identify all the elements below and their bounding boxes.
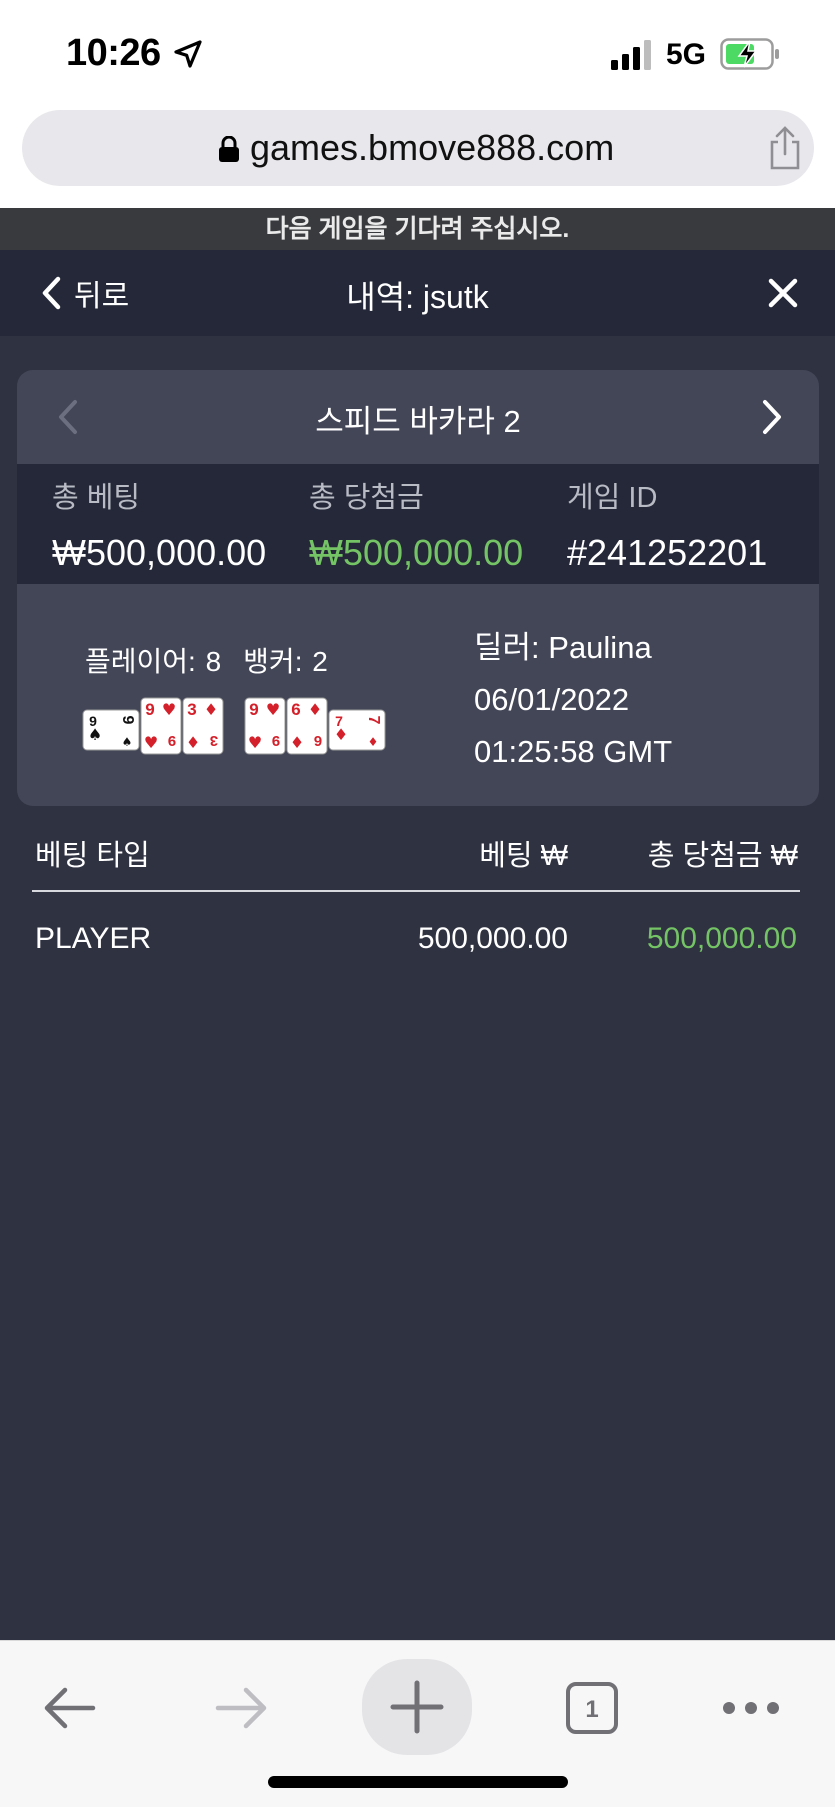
close-icon[interactable] (766, 276, 800, 310)
svg-text:6: 6 (314, 732, 322, 749)
bet-type-cell: PLAYER (35, 922, 152, 955)
round-meta: 딜러: Paulina 06/01/2022 01:25:58 GMT (474, 622, 672, 778)
banker-card-3: 7♦ ♦7 (328, 709, 386, 751)
svg-text:♦: ♦ (290, 733, 304, 752)
svg-text:9: 9 (272, 732, 280, 749)
svg-text:♥: ♥ (144, 733, 158, 752)
address-bar[interactable]: games.bmove888.com (22, 110, 814, 186)
waiting-notice: 다음 게임을 기다려 주십시오. (0, 208, 835, 250)
tabs-button[interactable]: 1 (547, 1663, 637, 1753)
dealt-cards: 9♠ ♠99 ♥♥ 93 ♦♦ 39 ♥♥ 96 ♦♦ 67♦ ♦7 (82, 697, 386, 755)
svg-text:7: 7 (335, 713, 343, 729)
svg-text:♦: ♦ (368, 735, 379, 749)
dealer-name: 딜러: Paulina (474, 630, 652, 665)
arrow-right-icon (215, 1687, 267, 1729)
share-icon[interactable] (766, 126, 804, 170)
page-title: 내역: jsutk (346, 279, 489, 315)
game-history-card: 스피드 바카라 2 총 베팅 ₩500,000.00 총 당첨금 ₩500,00… (17, 370, 819, 806)
column-bet-amount: 베팅 ₩ (479, 840, 568, 872)
total-bet-value: ₩500,000.00 (52, 532, 267, 573)
url-text[interactable]: games.bmove888.com (250, 127, 614, 169)
svg-text:9: 9 (249, 700, 258, 719)
browser-back-button[interactable] (24, 1663, 114, 1753)
new-tab-button[interactable] (362, 1659, 472, 1755)
bet-table-header: 베팅 타입 베팅 ₩ 총 당첨금 ₩ (32, 822, 800, 892)
svg-text:♦: ♦ (186, 733, 200, 752)
banker-card-2: 6 ♦♦ 6 (286, 697, 328, 755)
total-bet: 총 베팅 ₩500,000.00 (52, 474, 266, 574)
game-selector: 스피드 바카라 2 (17, 370, 819, 464)
svg-text:7: 7 (365, 716, 382, 725)
cellular-signal-icon (611, 40, 651, 70)
total-bet-label: 총 베팅 (52, 482, 141, 514)
tab-count: 1 (585, 1696, 598, 1723)
svg-text:9: 9 (145, 700, 154, 719)
column-total-win: 총 당첨금 ₩ (647, 840, 798, 872)
location-arrow-icon (174, 40, 202, 68)
player-card-2: 9 ♥♥ 9 (140, 697, 182, 755)
player-card-1: 9♠ ♠9 (82, 709, 140, 751)
tabs-icon: 1 (566, 1682, 618, 1734)
column-bet-type: 베팅 타입 (35, 840, 150, 872)
next-game-icon[interactable] (761, 398, 785, 436)
game-stats: 총 베팅 ₩500,000.00 총 당첨금 ₩500,000.00 게임 ID… (17, 464, 819, 584)
network-type: 5G (666, 38, 707, 71)
history-header: 뒤로 내역: jsutk (0, 250, 835, 336)
round-time: 01:25:58 GMT (474, 734, 673, 769)
svg-text:♥: ♥ (162, 700, 176, 719)
home-indicator (268, 1776, 568, 1788)
svg-text:9: 9 (168, 732, 176, 749)
round-details: 플레이어: 8 뱅커: 2 9 ♠ ♠ 9 9 ♥ ♥ 9 3 ♦ ♦ 3 9 ♥ ♥ 9 6 ♦ ♦ 6 7 ♦ ♦ 7 딜러… (17, 584, 819, 806)
player-score: 플레이어: 8 (85, 646, 222, 677)
status-time: 10:26 (66, 32, 161, 74)
svg-text:♦: ♦ (308, 700, 322, 719)
round-date: 06/01/2022 (474, 682, 630, 717)
svg-text:♥: ♥ (266, 700, 280, 719)
total-win-value: ₩500,000.00 (309, 532, 524, 573)
arrow-left-icon (44, 1687, 96, 1729)
browser-address-area: games.bmove888.com (0, 100, 835, 208)
total-win: 총 당첨금 ₩500,000.00 (309, 474, 523, 574)
win-amount-cell: 500,000.00 (646, 922, 797, 955)
svg-text:9: 9 (89, 713, 97, 729)
browser-forward-button[interactable] (197, 1663, 287, 1753)
lock-icon (219, 136, 239, 162)
battery-charging-icon (720, 38, 779, 70)
game-id-label: 게임 ID (567, 482, 658, 514)
banker-score: 뱅커: 2 (243, 646, 328, 677)
plus-icon (390, 1680, 444, 1734)
game-id-value: #241252201 (567, 532, 768, 573)
table-row: PLAYER 500,000.00 500,000.00 (32, 912, 800, 972)
banker-card-1: 9 ♥♥ 9 (244, 697, 286, 755)
more-icon (723, 1702, 779, 1714)
svg-text:9: 9 (119, 716, 136, 725)
bet-amount-cell: 500,000.00 (417, 922, 568, 955)
total-win-label: 총 당첨금 (309, 482, 424, 514)
more-options-button[interactable] (706, 1663, 796, 1753)
game-name: 스피드 바카라 2 (315, 404, 521, 439)
svg-text:3: 3 (187, 700, 196, 719)
svg-text:♦: ♦ (204, 700, 218, 719)
svg-text:♥: ♥ (248, 733, 262, 752)
svg-text:6: 6 (291, 700, 300, 719)
status-bar: 10:26 5G (0, 0, 835, 100)
svg-text:♠: ♠ (122, 735, 133, 749)
svg-text:3: 3 (210, 732, 218, 749)
round-scores: 플레이어: 8 뱅커: 2 (85, 640, 328, 680)
player-card-3: 3 ♦♦ 3 (182, 697, 224, 755)
game-id: 게임 ID #241252201 (567, 474, 767, 574)
